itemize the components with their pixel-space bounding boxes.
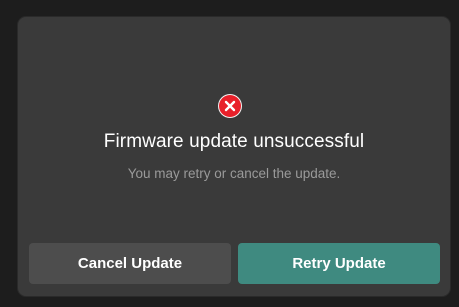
cancel-update-button[interactable]: Cancel Update	[29, 243, 231, 284]
dialog-subtitle: You may retry or cancel the update.	[127, 166, 341, 181]
error-x-circle-icon	[219, 95, 241, 117]
dialog-title: Firmware update unsuccessful	[103, 131, 365, 152]
retry-update-button[interactable]: Retry Update	[238, 243, 440, 284]
screen-frame: Firmware update unsuccessful You may ret…	[0, 0, 459, 307]
close-x-icon	[224, 100, 236, 112]
